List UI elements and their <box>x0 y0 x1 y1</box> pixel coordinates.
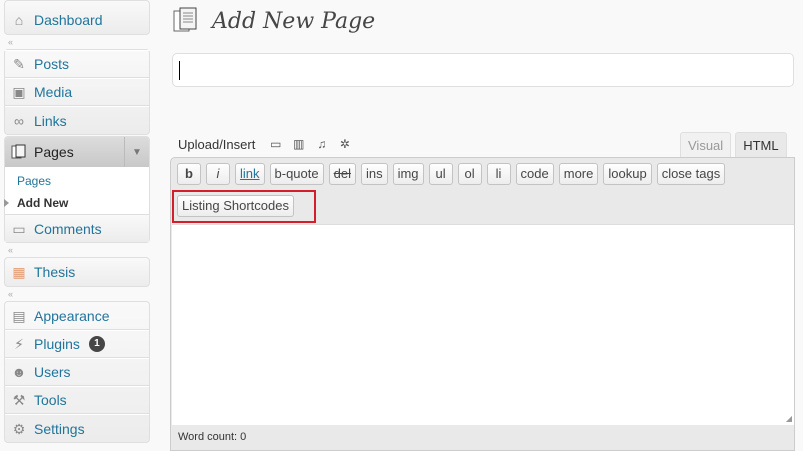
comment-icon: ▭ <box>12 220 26 237</box>
menu-pages[interactable]: Pages ▼ <box>5 137 149 167</box>
qt-lookup-button[interactable]: lookup <box>603 163 652 185</box>
pages-icon <box>173 7 197 32</box>
upload-insert-label: Upload/Insert <box>178 137 256 152</box>
resize-handle-icon[interactable]: ◢ <box>786 414 792 423</box>
settings-icon: ⚙ <box>12 420 26 437</box>
submenu-toggle-icon[interactable]: ▼ <box>124 137 149 167</box>
add-image-icon[interactable]: ▭ <box>269 138 282 151</box>
text-caret <box>179 61 180 80</box>
link-icon: ∞ <box>14 112 24 129</box>
menu-group-pages: Pages ▼ Pages Add New ▭ Comments <box>4 136 150 243</box>
qt-img-button[interactable]: img <box>392 163 424 185</box>
listing-shortcodes-wrap: Listing Shortcodes <box>172 190 316 223</box>
word-count: Word count: 0 <box>178 431 247 443</box>
menu-group-content: ✎ Posts ▣ Media ∞ Links <box>4 49 150 135</box>
menu-thesis[interactable]: ▦ Thesis <box>5 258 149 286</box>
menu-appearance-label: Appearance <box>34 307 110 324</box>
users-icon: ☻ <box>11 364 27 380</box>
menu-comments[interactable]: ▭ Comments <box>5 214 149 242</box>
menu-thesis-label: Thesis <box>34 264 76 280</box>
menu-group-admin: ▤ Appearance ⚡ Plugins 1 ☻ Users ⚒ Tools… <box>4 301 150 443</box>
menu-plugins[interactable]: ⚡ Plugins 1 <box>5 330 149 358</box>
pin-icon: ✎ <box>13 56 25 72</box>
tools-icon: ⚒ <box>12 392 26 408</box>
tab-html[interactable]: HTML <box>735 132 787 157</box>
page-header: Add New Page <box>172 6 375 36</box>
menu-users-label: Users <box>34 364 71 380</box>
qt-more-button[interactable]: more <box>558 163 599 185</box>
add-audio-icon[interactable]: ♫ <box>315 138 328 151</box>
menu-links[interactable]: ∞ Links <box>5 106 149 134</box>
qt-li-button[interactable]: li <box>486 163 511 185</box>
menu-settings[interactable]: ⚙ Settings <box>5 414 149 442</box>
dashboard-icon: ⌂ <box>14 12 24 28</box>
menu-group-dashboard: ⌂ Dashboard <box>4 0 150 35</box>
plugins-update-badge: 1 <box>88 336 105 352</box>
menu-links-label: Links <box>34 112 67 129</box>
submenu-pages[interactable]: Pages <box>5 170 149 192</box>
tab-visual[interactable]: Visual <box>680 132 732 157</box>
qt-link-button[interactable]: link <box>235 163 265 185</box>
separator-collapse-icon[interactable]: « <box>4 287 150 301</box>
plug-icon: ⚡ <box>14 336 24 352</box>
menu-appearance[interactable]: ▤ Appearance <box>5 302 149 330</box>
media-buttons: Upload/Insert ▭ ▥ ♫ ✲ <box>178 137 351 152</box>
content-textarea[interactable]: ◢ <box>172 224 794 425</box>
qt-del-button[interactable]: del <box>328 163 356 185</box>
menu-posts-label: Posts <box>34 56 70 72</box>
qt-ol-button[interactable]: ol <box>457 163 482 185</box>
post-title-input[interactable] <box>172 53 794 87</box>
menu-users[interactable]: ☻ Users <box>5 358 149 386</box>
highlight-box <box>172 190 316 223</box>
quicktags-extra-row: Listing Shortcodes <box>172 190 316 223</box>
page-title: Add New Page <box>212 8 376 34</box>
menu-media[interactable]: ▣ Media <box>5 78 149 106</box>
menu-group-thesis: ▦ Thesis <box>4 257 150 287</box>
qt-close-tags-button[interactable]: close tags <box>656 163 726 185</box>
thesis-grid-icon: ▦ <box>12 264 26 280</box>
menu-media-label: Media <box>34 84 73 100</box>
menu-tools-label: Tools <box>34 392 67 408</box>
menu-plugins-label: Plugins <box>34 336 80 352</box>
appearance-icon: ▤ <box>12 307 26 324</box>
menu-posts[interactable]: ✎ Posts <box>5 50 149 78</box>
menu-dashboard-label: Dashboard <box>34 12 103 28</box>
menu-settings-label: Settings <box>34 420 85 437</box>
qt-italic-button[interactable]: i <box>206 163 230 185</box>
add-media-icon[interactable]: ✲ <box>338 138 351 151</box>
separator-collapse-icon[interactable]: « <box>4 35 150 49</box>
separator-collapse-icon[interactable]: « <box>4 243 150 257</box>
editor-tabs: Visual HTML <box>676 132 787 157</box>
add-video-icon[interactable]: ▥ <box>292 138 305 151</box>
submenu-add-new[interactable]: Add New <box>5 192 149 214</box>
menu-dashboard[interactable]: ⌂ Dashboard <box>5 6 149 34</box>
qt-blockquote-button[interactable]: b-quote <box>269 163 324 185</box>
html-editor: b i link b-quote del ins img ul ol li co… <box>170 157 795 451</box>
pages-icon <box>11 144 26 159</box>
menu-comments-label: Comments <box>34 220 102 237</box>
qt-bold-button[interactable]: b <box>177 163 201 185</box>
media-icon: ▣ <box>12 84 26 100</box>
menu-pages-label: Pages <box>34 144 74 160</box>
menu-tools[interactable]: ⚒ Tools <box>5 386 149 414</box>
admin-sidebar: ⌂ Dashboard « ✎ Posts ▣ Media ∞ Links Pa… <box>4 0 150 443</box>
qt-ins-button[interactable]: ins <box>360 163 388 185</box>
qt-code-button[interactable]: code <box>515 163 554 185</box>
quicktags-toolbar: b i link b-quote del ins img ul ol li co… <box>177 163 730 185</box>
qt-ul-button[interactable]: ul <box>428 163 453 185</box>
